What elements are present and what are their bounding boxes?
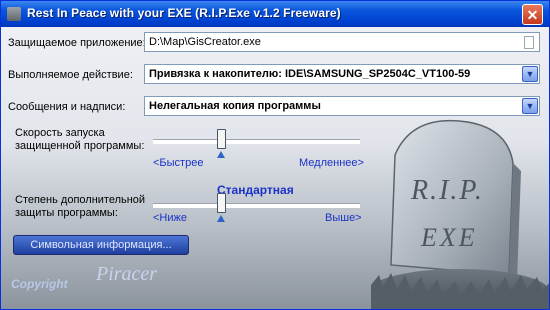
action-value: Привязка к накопителю: IDE\SAMSUNG_SP250…: [149, 68, 471, 80]
speed-left-label: <Быстрее: [153, 157, 204, 169]
symbol-info-button[interactable]: Символьная информация...: [13, 235, 189, 255]
action-label: Выполняемое действие:: [8, 69, 133, 81]
speed-slider-thumb[interactable]: [217, 129, 227, 149]
protected-app-field[interactable]: D:\Map\GisCreator.exe: [144, 32, 540, 52]
close-button[interactable]: ✕: [522, 4, 543, 25]
messages-label: Сообщения и надписи:: [8, 101, 126, 113]
author-signature: Piracer: [96, 263, 158, 285]
chevron-down-icon[interactable]: ▼: [522, 98, 538, 114]
speed-right-label: Медленнее>: [299, 157, 364, 169]
speed-label-line1: Скорость запуска: [15, 127, 105, 139]
tombstone-image: [371, 119, 549, 309]
title-bar[interactable]: Rest In Peace with your EXE (R.I.P.Exe v…: [1, 1, 549, 27]
chevron-down-icon[interactable]: ▼: [522, 66, 538, 82]
protected-app-label: Защищаемое приложение:: [8, 37, 146, 49]
protection-slider-track[interactable]: [153, 203, 360, 208]
main-panel: R.I.P. EXE Защищаемое приложение: D:\Map…: [1, 27, 549, 309]
protection-current-level: Стандартная: [217, 183, 294, 197]
speed-label-line2: защищенной программы:: [15, 140, 145, 152]
app-icon[interactable]: [7, 7, 21, 21]
document-icon[interactable]: [524, 36, 534, 49]
protection-right-label: Выше>: [325, 212, 362, 224]
messages-dropdown[interactable]: Нелегальная копия программы: [144, 96, 540, 116]
protection-label-line2: защиты программы:: [15, 207, 118, 219]
protection-left-label: <Ниже: [153, 212, 187, 224]
speed-slider-marker-icon: [217, 151, 226, 158]
protection-label-line1: Степень дополнительной: [15, 194, 146, 206]
action-dropdown[interactable]: Привязка к накопителю: IDE\SAMSUNG_SP250…: [144, 64, 540, 84]
protected-app-value: D:\Map\GisCreator.exe: [149, 36, 261, 48]
protection-slider-thumb[interactable]: [217, 193, 227, 213]
copyright-text: Copyright: [11, 277, 68, 291]
speed-slider-track[interactable]: [153, 139, 360, 144]
tombstone-text-rip: R.I.P.: [411, 175, 484, 206]
protection-slider-marker-icon: [217, 215, 226, 222]
window-title: Rest In Peace with your EXE (R.I.P.Exe v…: [27, 6, 341, 20]
app-window: Rest In Peace with your EXE (R.I.P.Exe v…: [0, 0, 550, 310]
tombstone-text-exe: EXE: [421, 223, 478, 252]
messages-value: Нелегальная копия программы: [149, 100, 321, 112]
